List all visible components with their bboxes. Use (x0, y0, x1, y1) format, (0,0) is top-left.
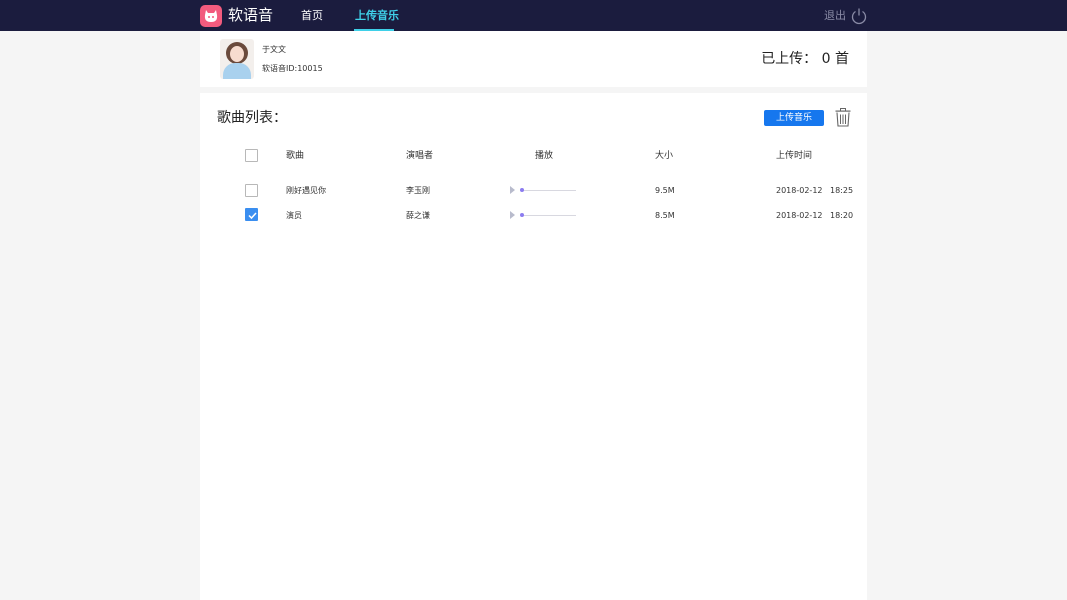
profile-card: 于文文 软语音ID:10015 已上传： 0 首 (200, 31, 867, 87)
user-id: 软语音ID:10015 (262, 64, 323, 73)
song-artist: 李玉刚 (406, 186, 430, 195)
column-header-size: 大小 (655, 151, 674, 161)
column-header-artist: 演唱者 (406, 151, 434, 161)
logout-link[interactable]: 退出 (824, 9, 846, 23)
uploaded-count: 已上传： 0 首 (761, 51, 849, 67)
song-list-panel: 歌曲列表： 上传音乐 歌曲 演唱者 播放 大小 上传时间 刚好遇见你 李玉刚 9… (200, 93, 867, 600)
top-nav-bar: 软语音 首页 上传音乐 退出 (0, 0, 1067, 31)
column-header-upload-time: 上传时间 (776, 151, 813, 161)
power-icon[interactable] (850, 7, 868, 29)
avatar[interactable] (220, 39, 254, 79)
song-artist: 薛之谦 (406, 211, 430, 220)
progress-track[interactable] (522, 190, 576, 191)
upload-date: 2018-02-12 (776, 211, 823, 220)
progress-track[interactable] (522, 215, 576, 216)
play-icon[interactable] (510, 186, 515, 194)
song-title: 演员 (286, 211, 302, 220)
progress-handle[interactable] (520, 213, 524, 217)
nav-upload-music[interactable]: 上传音乐 (355, 8, 399, 23)
app-logo-icon[interactable] (200, 5, 222, 27)
upload-music-button[interactable]: 上传音乐 (764, 110, 824, 126)
column-header-play: 播放 (535, 151, 554, 161)
trash-icon[interactable] (835, 108, 851, 131)
column-header-song: 歌曲 (286, 151, 305, 161)
song-size: 8.5M (655, 211, 675, 220)
upload-time: 18:20 (830, 211, 854, 220)
progress-handle[interactable] (520, 188, 524, 192)
brand-name[interactable]: 软语音 (228, 6, 273, 25)
upload-time: 18:25 (830, 186, 854, 195)
upload-date: 2018-02-12 (776, 186, 823, 195)
song-size: 9.5M (655, 186, 675, 195)
audio-player[interactable] (510, 211, 576, 219)
user-name: 于文文 (262, 45, 286, 54)
nav-home[interactable]: 首页 (301, 8, 323, 23)
row-checkbox[interactable] (245, 208, 258, 221)
play-icon[interactable] (510, 211, 515, 219)
row-checkbox[interactable] (245, 184, 258, 197)
song-list-title: 歌曲列表： (217, 110, 287, 126)
song-title: 刚好遇见你 (286, 186, 326, 195)
checkmark-icon (248, 212, 257, 220)
audio-player[interactable] (510, 186, 576, 194)
select-all-checkbox[interactable] (245, 149, 258, 162)
